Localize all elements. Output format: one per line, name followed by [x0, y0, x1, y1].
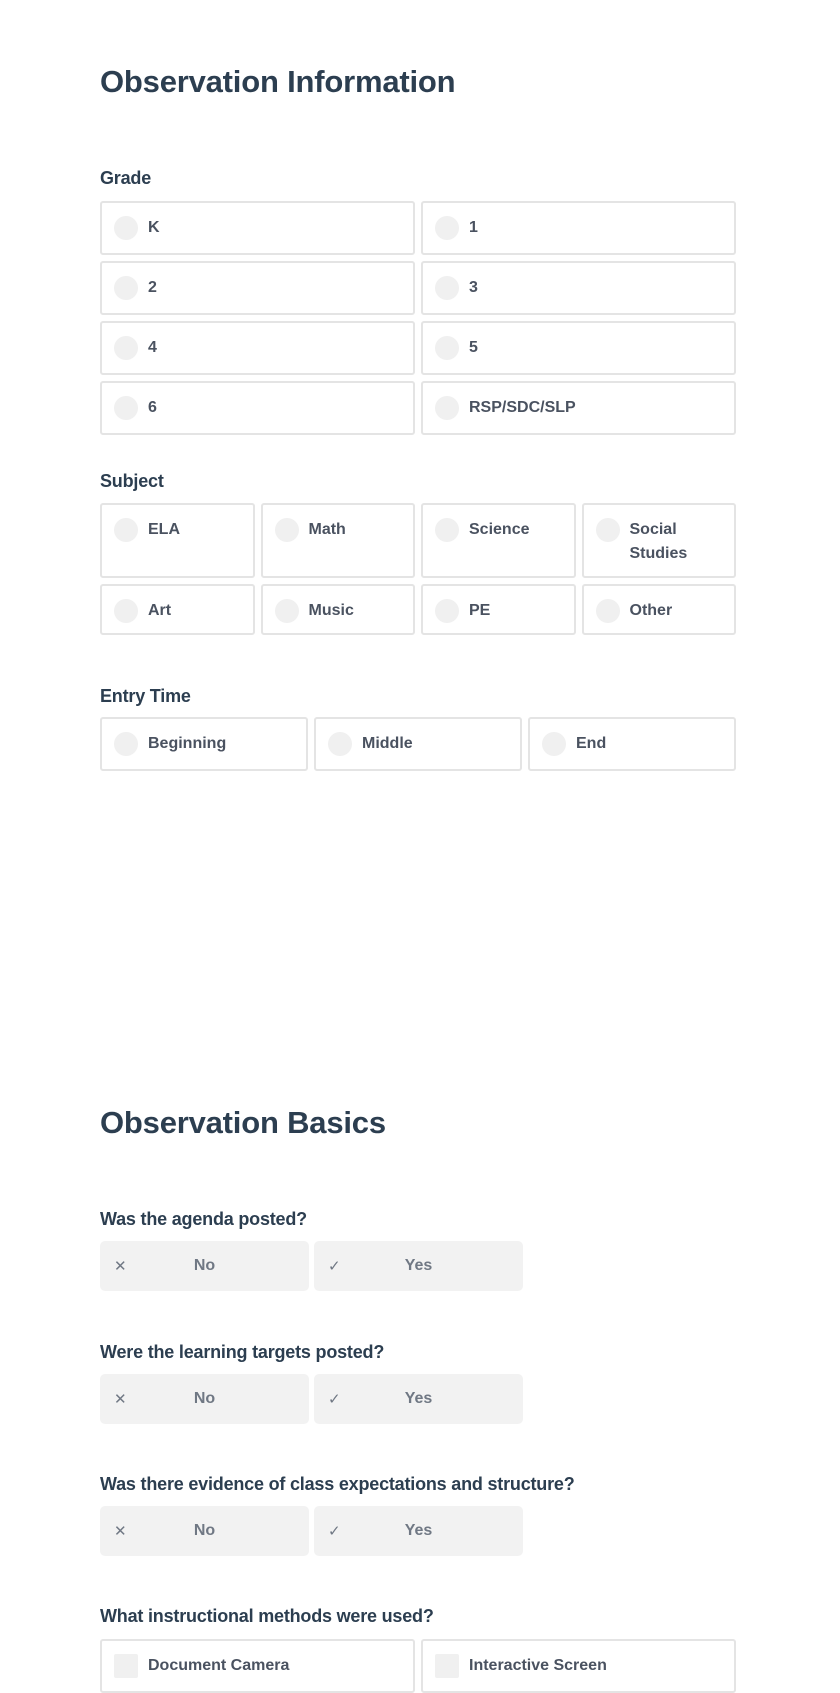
- entry-time-option-beginning[interactable]: Beginning: [100, 717, 308, 771]
- radio-icon[interactable]: [435, 216, 459, 240]
- question-label: Were the learning targets posted?: [100, 1342, 385, 1362]
- grade-option-4[interactable]: 4: [100, 321, 415, 375]
- grade-label: Grade: [100, 168, 152, 188]
- subject-label: Subject: [100, 471, 164, 491]
- radio-icon[interactable]: [542, 732, 566, 756]
- check-icon: ✓: [328, 1523, 341, 1540]
- check-icon: ✓: [328, 1258, 341, 1275]
- entry-time-group: Entry Time Beginning Middle End: [100, 687, 736, 771]
- radio-icon[interactable]: [274, 518, 299, 542]
- radio-icon[interactable]: [114, 216, 138, 240]
- subject-option-science[interactable]: Science: [421, 503, 576, 578]
- question-label: What instructional methods were used?: [100, 1606, 434, 1626]
- subject-option-social-studies[interactable]: Social Studies: [581, 503, 736, 578]
- grade-option-2[interactable]: 2: [100, 261, 415, 315]
- radio-icon[interactable]: [435, 518, 459, 542]
- radio-icon[interactable]: [114, 732, 138, 756]
- check-icon: ✓: [328, 1391, 341, 1408]
- entry-time-option-end[interactable]: End: [528, 717, 736, 771]
- entry-time-options: Beginning Middle End: [100, 717, 736, 771]
- radio-icon[interactable]: [114, 518, 138, 542]
- question-agenda-posted: Was the agenda posted? ✕ No ✓ Yes: [100, 1210, 736, 1291]
- yes-button[interactable]: ✓ Yes: [314, 1241, 523, 1291]
- subject-option-pe[interactable]: PE: [421, 584, 576, 635]
- method-option-document-camera[interactable]: Document Camera: [100, 1639, 415, 1693]
- subject-option-music[interactable]: Music: [260, 584, 415, 635]
- radio-icon[interactable]: [274, 599, 299, 623]
- method-option-interactive-screen[interactable]: Interactive Screen: [421, 1639, 736, 1693]
- section-title: Observation Information: [100, 64, 456, 99]
- yes-button[interactable]: ✓ Yes: [314, 1506, 523, 1556]
- no-button[interactable]: ✕ No: [100, 1374, 309, 1424]
- radio-icon[interactable]: [595, 599, 620, 623]
- observation-information-section: Observation Information: [100, 66, 736, 97]
- yes-button[interactable]: ✓ Yes: [314, 1374, 523, 1424]
- subject-option-art[interactable]: Art: [100, 584, 255, 635]
- radio-icon[interactable]: [435, 599, 459, 623]
- radio-icon[interactable]: [435, 276, 459, 300]
- question-instructional-methods: What instructional methods were used? Do…: [100, 1607, 736, 1693]
- grade-option-6[interactable]: 6: [100, 381, 415, 435]
- subject-option-math[interactable]: Math: [260, 503, 415, 578]
- radio-icon[interactable]: [435, 336, 459, 360]
- subject-option-other[interactable]: Other: [581, 584, 736, 635]
- checkbox-icon[interactable]: [435, 1654, 459, 1678]
- radio-icon[interactable]: [114, 336, 138, 360]
- grade-option-1[interactable]: 1: [421, 201, 736, 255]
- grade-option-5[interactable]: 5: [421, 321, 736, 375]
- radio-icon[interactable]: [114, 276, 138, 300]
- radio-icon[interactable]: [114, 396, 138, 420]
- question-class-expectations: Was there evidence of class expectations…: [100, 1475, 736, 1556]
- radio-icon[interactable]: [595, 518, 620, 542]
- close-icon: ✕: [114, 1391, 127, 1408]
- grade-group: Grade K 1 2 3 4 5 6 RSP/SDC/SLP: [100, 169, 736, 435]
- radio-icon[interactable]: [435, 396, 459, 420]
- subject-group: Subject ELA Math Science Social Studies …: [100, 472, 736, 635]
- checkbox-icon[interactable]: [114, 1654, 138, 1678]
- close-icon: ✕: [114, 1258, 127, 1275]
- question-label: Was the agenda posted?: [100, 1209, 307, 1229]
- section-title: Observation Basics: [100, 1105, 386, 1140]
- grade-option-3[interactable]: 3: [421, 261, 736, 315]
- observation-basics-section: Observation Basics: [100, 1107, 736, 1138]
- radio-icon[interactable]: [328, 732, 352, 756]
- question-learning-targets-posted: Were the learning targets posted? ✕ No ✓ Y…: [100, 1343, 736, 1424]
- grade-option-rsp-sdc-slp[interactable]: RSP/SDC/SLP: [421, 381, 736, 435]
- close-icon: ✕: [114, 1523, 127, 1540]
- entry-time-label: Entry Time: [100, 686, 191, 706]
- subject-options: ELA Math Science Social Studies Art Musi…: [100, 503, 736, 635]
- question-label: Was there evidence of class expectations…: [100, 1474, 575, 1494]
- subject-option-ela[interactable]: ELA: [100, 503, 255, 578]
- radio-icon[interactable]: [114, 599, 138, 623]
- no-button[interactable]: ✕ No: [100, 1506, 309, 1556]
- entry-time-option-middle[interactable]: Middle: [314, 717, 522, 771]
- grade-option-k[interactable]: K: [100, 201, 415, 255]
- methods-options: Document Camera Interactive Screen: [100, 1639, 736, 1693]
- no-button[interactable]: ✕ No: [100, 1241, 309, 1291]
- grade-options: K 1 2 3 4 5 6 RSP/SDC/SLP: [100, 201, 736, 435]
